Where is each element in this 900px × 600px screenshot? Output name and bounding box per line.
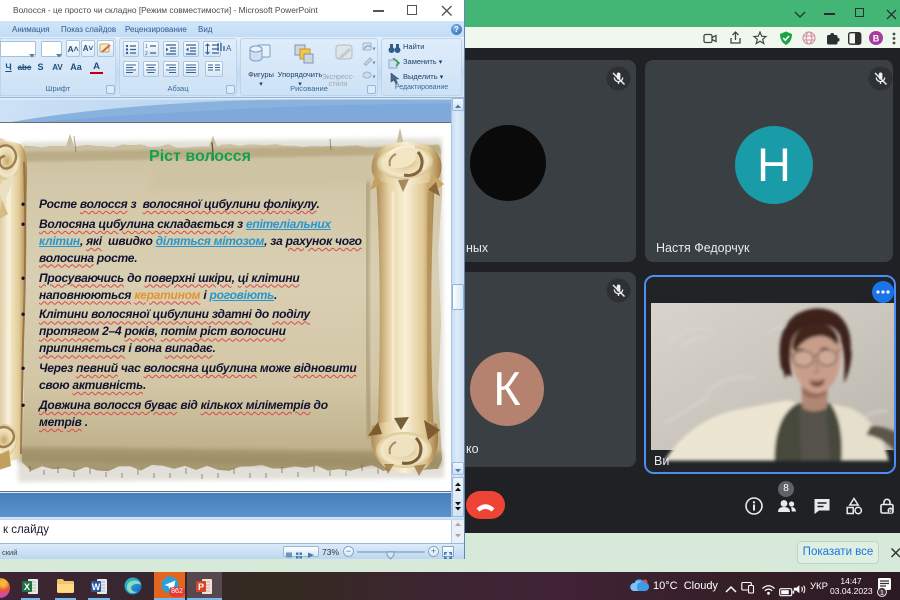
- svg-text:▾: ▾: [373, 75, 376, 81]
- svg-text:Ви: Ви: [654, 454, 669, 468]
- svg-text:8: 8: [889, 509, 892, 515]
- svg-text:▾: ▾: [373, 61, 376, 67]
- svg-text:B: B: [873, 34, 880, 44]
- svg-text:P: P: [198, 582, 204, 592]
- svg-text:2: 2: [145, 51, 148, 56]
- svg-text:X: X: [24, 582, 30, 592]
- svg-text:1: 1: [880, 590, 884, 597]
- svg-text:▾: ▾: [373, 47, 376, 53]
- svg-text:1: 1: [145, 44, 148, 50]
- svg-text:A: A: [226, 44, 232, 53]
- svg-text:W: W: [92, 582, 101, 592]
